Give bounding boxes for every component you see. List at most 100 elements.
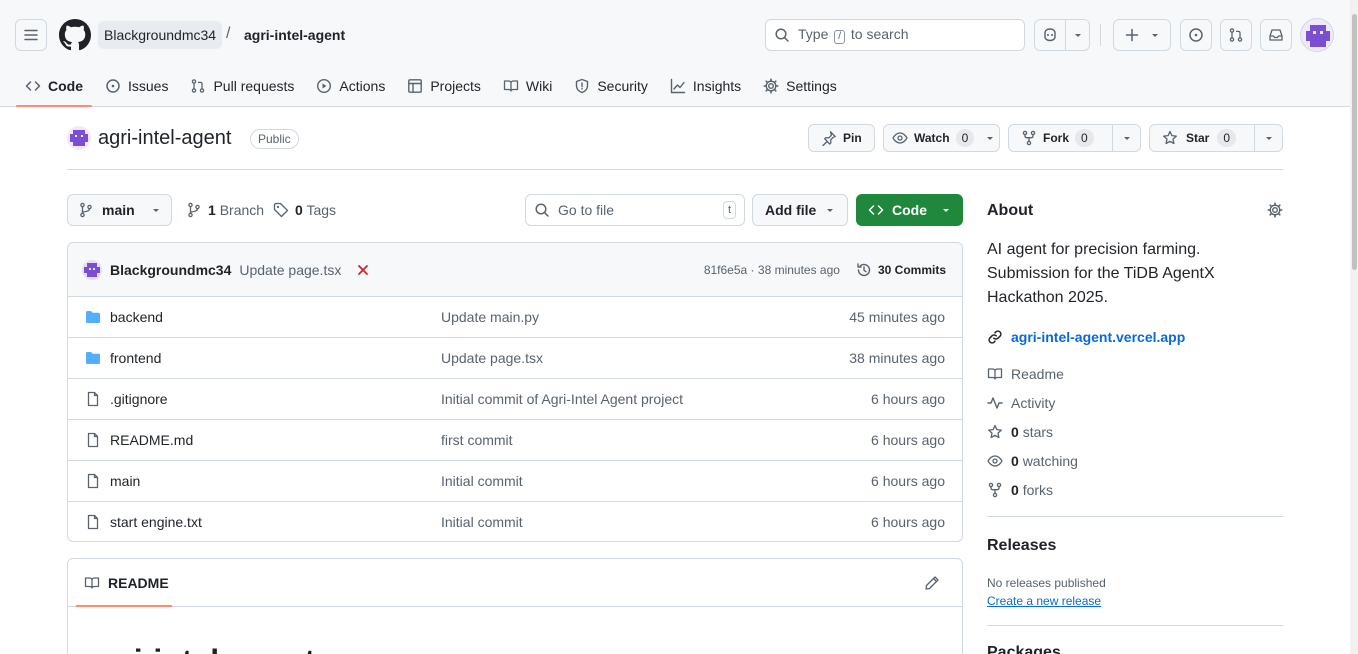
table-row[interactable]: .gitignore Initial commit of Agri-Intel … bbox=[68, 379, 962, 420]
chevron-down-icon bbox=[153, 209, 159, 212]
fork-dropdown[interactable] bbox=[1112, 125, 1140, 151]
watching-link[interactable]: 0 watching bbox=[987, 453, 1078, 469]
issue-icon bbox=[106, 79, 120, 93]
tags-link[interactable]: 0 Tags bbox=[273, 202, 336, 218]
chevron-down-icon bbox=[943, 209, 949, 212]
x-icon[interactable] bbox=[357, 264, 369, 276]
readme-panel: README agri-intel-agent bbox=[67, 558, 963, 654]
table-row[interactable]: main Initial commit 6 hours ago bbox=[68, 461, 962, 502]
branch-selector[interactable]: main bbox=[67, 194, 172, 226]
readme-tab-label: README bbox=[108, 575, 169, 591]
tab-actions[interactable]: Actions bbox=[307, 66, 394, 106]
readme-tab[interactable]: README bbox=[84, 575, 169, 591]
file-commit-message[interactable]: Update main.py bbox=[441, 309, 539, 325]
repo-owner-avatar[interactable] bbox=[67, 126, 91, 150]
table-row[interactable]: frontend Update page.tsx 38 minutes ago bbox=[68, 338, 962, 379]
tab-label: Code bbox=[48, 78, 83, 94]
branch-name: main bbox=[102, 202, 135, 218]
file-name[interactable]: backend bbox=[110, 309, 163, 325]
tab-pull-requests[interactable]: Pull requests bbox=[181, 66, 303, 106]
tab-insights[interactable]: Insights bbox=[661, 66, 750, 106]
commit-author[interactable]: Blackgroundmc34 bbox=[110, 262, 231, 278]
forks-link[interactable]: 0 forks bbox=[987, 482, 1053, 498]
fork-label: Fork bbox=[1043, 131, 1070, 145]
global-search-input[interactable]: Type / to search bbox=[765, 19, 1025, 51]
file-icon bbox=[87, 432, 99, 448]
file-time: 6 hours ago bbox=[871, 473, 945, 489]
user-avatar[interactable] bbox=[1300, 18, 1334, 52]
chevron-down-icon bbox=[986, 137, 993, 140]
go-to-file-input[interactable]: Go to file t bbox=[525, 194, 745, 226]
tab-code[interactable]: Code bbox=[16, 66, 92, 107]
fork-count: 0 bbox=[1075, 129, 1094, 147]
commit-hash-time[interactable]: 81f6e5a · 38 minutes ago bbox=[704, 263, 840, 277]
star-icon bbox=[988, 424, 1002, 439]
file-time: 6 hours ago bbox=[871, 432, 945, 448]
gear-icon bbox=[763, 78, 779, 94]
file-name[interactable]: start engine.txt bbox=[110, 514, 202, 530]
menu-button[interactable] bbox=[15, 19, 47, 51]
search-placeholder: Type / to search bbox=[798, 26, 909, 44]
repo-name[interactable]: agri-intel-agent bbox=[98, 127, 231, 150]
pencil-icon[interactable] bbox=[924, 575, 940, 591]
chevron-down-icon bbox=[1265, 137, 1272, 140]
book-icon bbox=[84, 577, 100, 589]
pull-requests-button[interactable] bbox=[1220, 19, 1252, 51]
gear-icon[interactable] bbox=[1267, 202, 1283, 218]
file-commit-message[interactable]: Update page.tsx bbox=[441, 350, 543, 366]
scrollbar-thumb[interactable] bbox=[1352, 14, 1357, 270]
file-commit-message[interactable]: Initial commit bbox=[441, 514, 523, 530]
fork-button[interactable]: Fork 0 bbox=[1008, 124, 1141, 152]
branches-link[interactable]: 1 Branch bbox=[186, 202, 264, 218]
file-name[interactable]: .gitignore bbox=[110, 391, 168, 407]
commit-author-avatar[interactable] bbox=[82, 259, 102, 280]
table-row[interactable]: start engine.txt Initial commit 6 hours … bbox=[68, 502, 962, 541]
watch-button[interactable]: Watch 0 bbox=[883, 124, 1000, 152]
file-commit-message[interactable]: first commit bbox=[441, 432, 513, 448]
inbox-button[interactable] bbox=[1260, 19, 1292, 51]
file-commit-message[interactable]: Initial commit bbox=[441, 473, 523, 489]
stars-link[interactable]: 0 stars bbox=[987, 424, 1053, 440]
create-release-link[interactable]: Create a new release bbox=[987, 594, 1101, 608]
branch-icon bbox=[80, 202, 92, 218]
star-button[interactable]: Star 0 bbox=[1149, 124, 1283, 152]
chevron-down-icon bbox=[827, 209, 833, 212]
repo-tabs: Code Issues Pull requests Actions Projec… bbox=[16, 66, 850, 107]
add-file-button[interactable]: Add file bbox=[752, 194, 848, 226]
table-row[interactable]: README.md first commit 6 hours ago bbox=[68, 420, 962, 461]
tab-wiki[interactable]: Wiki bbox=[494, 66, 561, 106]
commits-history-link[interactable]: 30 Commits bbox=[856, 262, 946, 278]
watch-dropdown[interactable] bbox=[980, 133, 999, 143]
global-header: Blackgroundmc34 / agri-intel-agent Type … bbox=[0, 0, 1358, 107]
copilot-button[interactable] bbox=[1034, 19, 1090, 51]
table-row[interactable]: backend Update main.py 45 minutes ago bbox=[68, 297, 962, 338]
breadcrumb-owner[interactable]: Blackgroundmc34 bbox=[98, 21, 223, 49]
link-icon bbox=[988, 330, 1002, 344]
pin-button[interactable]: Pin bbox=[808, 124, 875, 152]
releases-title[interactable]: Releases bbox=[987, 537, 1056, 555]
tab-projects[interactable]: Projects bbox=[398, 66, 490, 106]
readme-link-label: Readme bbox=[1011, 366, 1064, 382]
code-dropdown-button[interactable]: Code bbox=[856, 194, 963, 226]
breadcrumb-repo[interactable]: agri-intel-agent bbox=[244, 27, 345, 43]
star-dropdown[interactable] bbox=[1254, 125, 1282, 151]
tab-issues[interactable]: Issues bbox=[96, 66, 177, 106]
activity-link[interactable]: Activity bbox=[987, 395, 1055, 411]
issues-button[interactable] bbox=[1180, 19, 1212, 51]
commit-message[interactable]: Update page.tsx bbox=[239, 262, 341, 278]
tab-security[interactable]: Security bbox=[565, 66, 657, 106]
tab-label: Pull requests bbox=[213, 78, 295, 94]
file-name[interactable]: frontend bbox=[110, 350, 161, 366]
create-new-button[interactable] bbox=[1113, 19, 1171, 51]
tab-settings[interactable]: Settings bbox=[754, 66, 846, 106]
star-label: Star bbox=[1186, 131, 1210, 145]
file-name[interactable]: README.md bbox=[110, 432, 193, 448]
file-name[interactable]: main bbox=[110, 473, 140, 489]
packages-title[interactable]: Packages bbox=[987, 644, 1061, 654]
tab-label: Settings bbox=[786, 78, 837, 94]
file-commit-message[interactable]: Initial commit of Agri-Intel Agent proje… bbox=[441, 391, 683, 407]
readme-link[interactable]: Readme bbox=[987, 366, 1064, 382]
homepage-link[interactable]: agri-intel-agent.vercel.app bbox=[987, 329, 1185, 345]
pin-label: Pin bbox=[843, 131, 862, 145]
github-logo-icon[interactable] bbox=[59, 19, 91, 51]
